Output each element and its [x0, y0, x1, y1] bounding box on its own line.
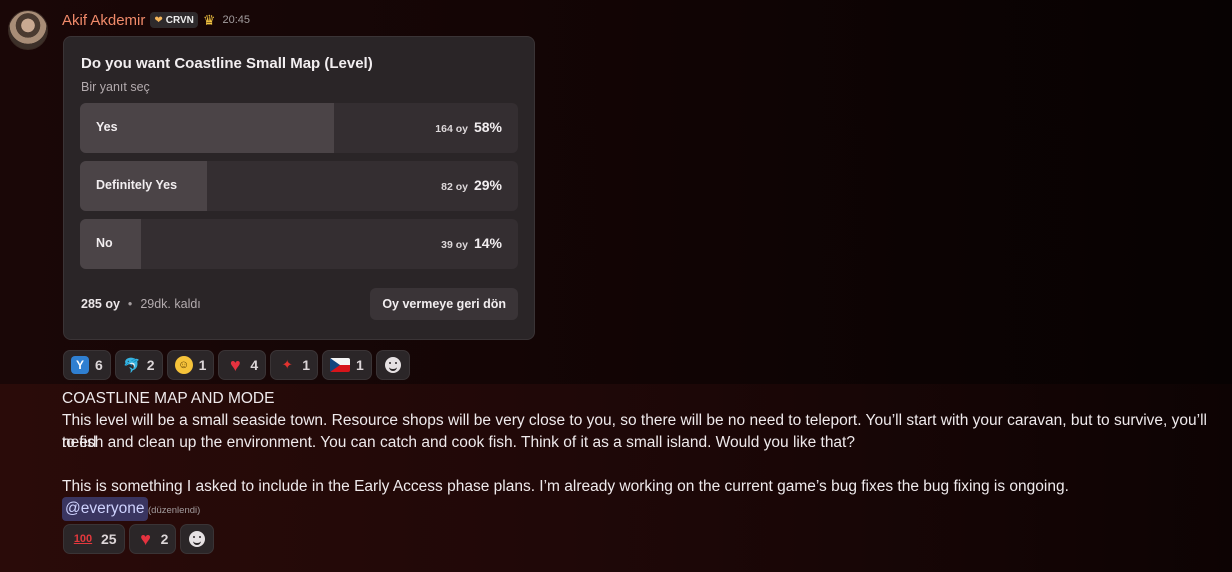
everyone-mention[interactable]: @everyone [62, 497, 148, 521]
hundred-points-icon: 100 [73, 533, 93, 545]
poll-option-yes[interactable]: Yes 164 oy 58% [80, 103, 518, 153]
poll-option-label: Yes [96, 120, 118, 134]
maple-leaf-icon: ✦ [281, 357, 293, 372]
y-letter-icon: Y [71, 356, 89, 374]
reaction[interactable]: 100 25 [63, 524, 125, 554]
add-reaction-button[interactable] [180, 524, 215, 554]
poll-option-label: Definitely Yes [96, 178, 178, 192]
edited-label: (düzenlendi) [148, 505, 201, 516]
reaction-count: 2 [160, 531, 169, 547]
reaction-count: 1 [302, 357, 310, 373]
dolphin-icon: 🐬 [123, 356, 141, 373]
post-reactions: 100 25 ♥ 2 [63, 524, 215, 554]
reaction[interactable]: ♥ 4 [218, 350, 267, 380]
smiley-icon: ☺ [174, 356, 193, 374]
poll-option-no[interactable]: No 39 oy 14% [80, 219, 518, 269]
reaction-count: 1 [198, 357, 207, 373]
poll-option-percent: 29% [473, 177, 502, 193]
poll-total-votes[interactable]: 285 oy [81, 297, 120, 311]
add-reaction-button[interactable] [375, 350, 410, 380]
username[interactable]: Akif Akdemir [62, 12, 145, 29]
poll-card: Do you want Coastline Small Map (Level) … [63, 36, 535, 340]
poll-option-fill [80, 103, 335, 153]
reaction[interactable]: ✦ 1 [270, 350, 318, 380]
timestamp[interactable]: 20:45 [222, 14, 250, 26]
poll-reactions: Y 6 🐬 2 ☺ 1 ♥ 4 ✦ 1 1 [63, 350, 410, 380]
message-header: Akif Akdemir ❤ CRVN ♛ 20:45 [62, 10, 250, 30]
add-reaction-icon [189, 531, 206, 547]
poll-option-definitely-yes[interactable]: Definitely Yes 82 oy 29% [80, 161, 518, 211]
poll-option-percent: 14% [473, 235, 502, 251]
post-heading: COASTLINE MAP AND MODE [62, 390, 275, 407]
crown-icon: ♛ [202, 11, 216, 28]
avatar[interactable] [8, 10, 48, 50]
poll-footer-separator: • [127, 297, 133, 311]
poll-option-votes: 164 oy [435, 123, 468, 135]
heart-icon: ♥ [140, 528, 151, 549]
poll-option-votes: 82 oy [441, 181, 468, 193]
add-reaction-icon [384, 357, 401, 373]
clan-tag[interactable]: ❤ CRVN [150, 12, 198, 28]
poll-footer: 285 oy • 29dk. kaldı [81, 297, 201, 311]
reaction[interactable]: 🐬 2 [114, 350, 163, 380]
reaction[interactable]: ☺ 1 [166, 350, 215, 380]
reaction[interactable]: Y 6 [63, 350, 111, 380]
reaction-count: 6 [95, 357, 103, 373]
heart-icon: ♥ [230, 354, 241, 375]
clan-tag-label: CRVN [165, 14, 194, 26]
poll-option-label: No [96, 236, 113, 250]
poll-hint: Bir yanıt seç [81, 80, 150, 94]
post-line-2: to fish and clean up the environment. Yo… [62, 434, 855, 451]
tag-heart-icon: ❤ [154, 14, 163, 26]
back-to-vote-button[interactable]: Oy vermeye geri dön [370, 288, 518, 320]
reaction-count: 25 [101, 531, 117, 547]
reaction-count: 2 [146, 357, 155, 373]
reaction-count: 4 [250, 357, 259, 373]
post-line-3: This is something I asked to include in … [62, 478, 1069, 495]
poll-option-percent: 58% [473, 119, 502, 135]
czech-flag-icon [329, 358, 350, 372]
reaction[interactable]: ♥ 2 [128, 524, 177, 554]
poll-time-left: 29dk. kaldı [140, 297, 201, 311]
reaction-count: 1 [355, 357, 364, 373]
reaction[interactable]: 1 [321, 350, 372, 380]
poll-question: Do you want Coastline Small Map (Level) [81, 55, 373, 72]
poll-option-votes: 39 oy [441, 239, 468, 251]
